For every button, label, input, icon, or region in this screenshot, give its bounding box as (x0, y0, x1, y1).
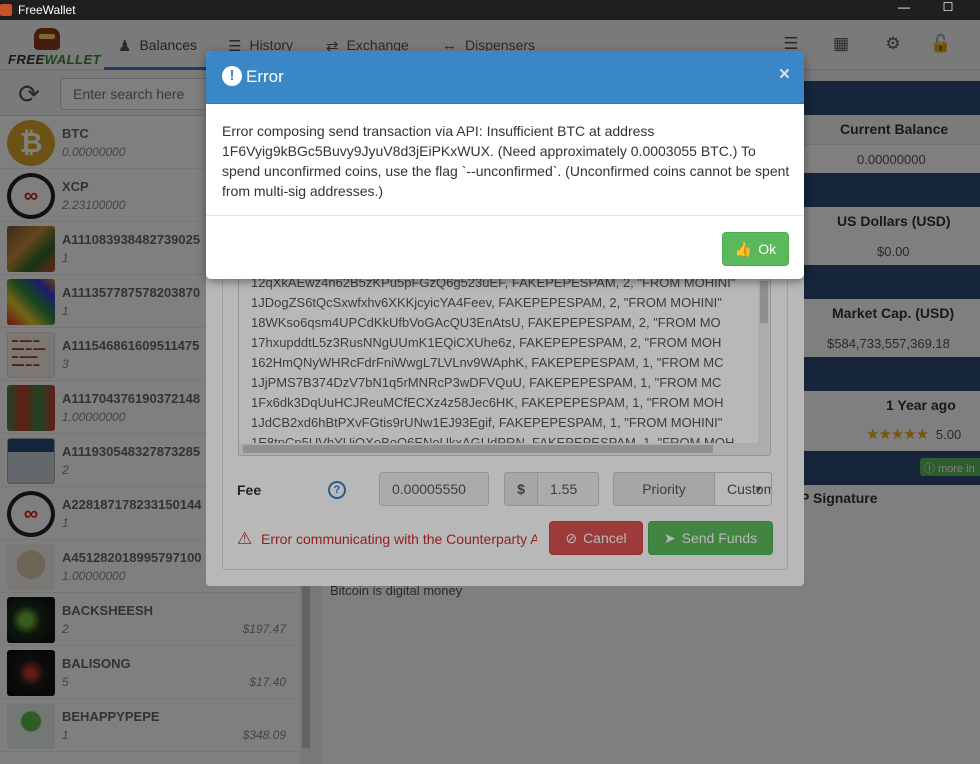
window-titlebar: FreeWallet — ☐ (0, 0, 980, 20)
close-icon[interactable]: × (779, 64, 790, 86)
ok-button[interactable]: 👍 Ok (722, 232, 789, 266)
error-modal: ! Error × Error composing send transacti… (206, 51, 804, 279)
error-modal-header: ! Error × (206, 51, 804, 104)
error-message: Error composing send transaction via API… (222, 123, 790, 199)
app-icon (0, 4, 12, 16)
minimize-button[interactable]: — (884, 0, 924, 20)
error-title: Error (246, 67, 284, 86)
error-modal-footer: 👍 Ok (206, 215, 804, 279)
maximize-button[interactable]: ☐ (928, 0, 968, 20)
window-title: FreeWallet (18, 3, 76, 17)
thumbs-up-icon: 👍 (734, 241, 753, 257)
exclamation-circle-icon: ! (222, 66, 242, 86)
